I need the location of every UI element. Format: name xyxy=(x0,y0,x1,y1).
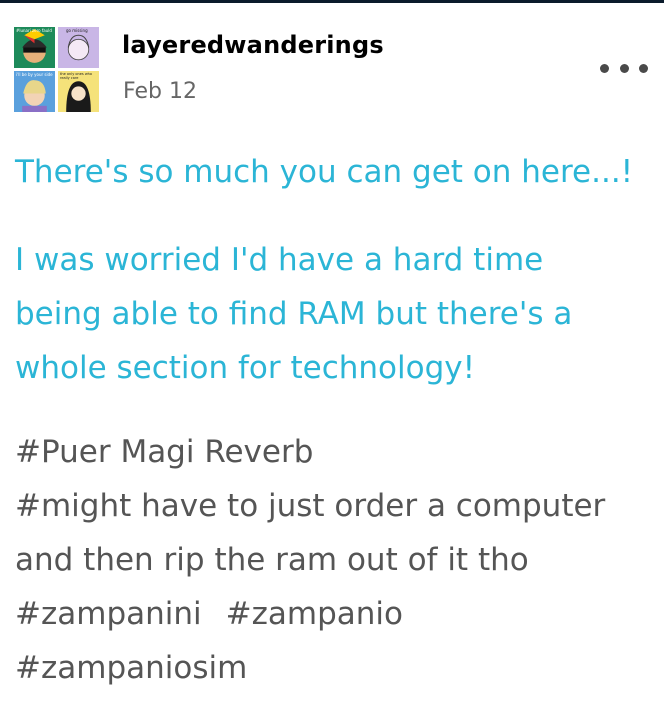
avatar-panel-2: go missing xyxy=(58,27,99,68)
character-icon xyxy=(22,80,47,112)
tag-link[interactable]: #might have to just order a computer and… xyxy=(15,479,645,587)
avatar-panel-3: i'll be by your side xyxy=(14,71,55,112)
ellipsis-icon xyxy=(619,63,629,73)
post-paragraph: There's so much you can get on here...! xyxy=(15,154,634,190)
ellipsis-icon xyxy=(600,63,609,73)
post-date[interactable]: Feb 12 xyxy=(123,79,197,104)
post-paragraph: I was worried I'd have a hard time being… xyxy=(15,242,573,386)
post-card: #lunari zero fauld go missing i'll be by… xyxy=(0,0,664,720)
avatar-caption-2: go missing xyxy=(66,28,88,33)
avatar-panel-1: #lunari zero fauld xyxy=(14,27,55,68)
avatar[interactable]: #lunari zero fauld go missing i'll be by… xyxy=(14,27,99,112)
avatar-panel-4: the only ones who really care xyxy=(58,71,99,112)
tag-link[interactable]: #zampaniosim xyxy=(15,641,645,695)
tag-list: #Puer Magi Reverb #might have to just or… xyxy=(15,425,645,695)
tag-link[interactable]: #zampanini xyxy=(15,596,202,632)
more-options-button[interactable] xyxy=(600,58,648,78)
top-divider xyxy=(0,0,664,3)
ellipsis-icon xyxy=(639,63,648,73)
tag-link[interactable]: #Puer Magi Reverb xyxy=(15,425,645,479)
tag-link[interactable]: #zampanio xyxy=(226,596,403,632)
username-link[interactable]: layeredwanderings xyxy=(122,31,384,59)
avatar-caption-1: #lunari zero fauld xyxy=(16,28,52,33)
character-icon xyxy=(67,34,90,61)
character-icon xyxy=(22,29,47,63)
avatar-caption-4: the only ones who really care xyxy=(60,72,93,80)
avatar-caption-3: i'll be by your side xyxy=(16,72,53,77)
